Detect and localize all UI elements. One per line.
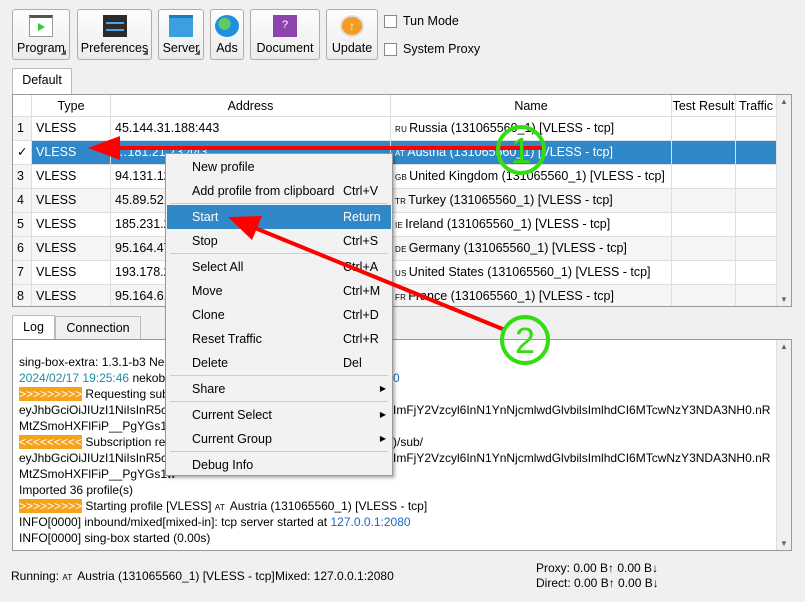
annotation-step-1: 1 xyxy=(511,130,531,171)
annotation-overlay: 1 2 xyxy=(88,125,550,365)
annotation-arrowhead-1 xyxy=(88,136,120,160)
annotation-arrow-2 xyxy=(254,226,506,332)
annotation-step-2: 2 xyxy=(515,320,535,361)
annotation-arrowhead-2 xyxy=(228,216,262,240)
